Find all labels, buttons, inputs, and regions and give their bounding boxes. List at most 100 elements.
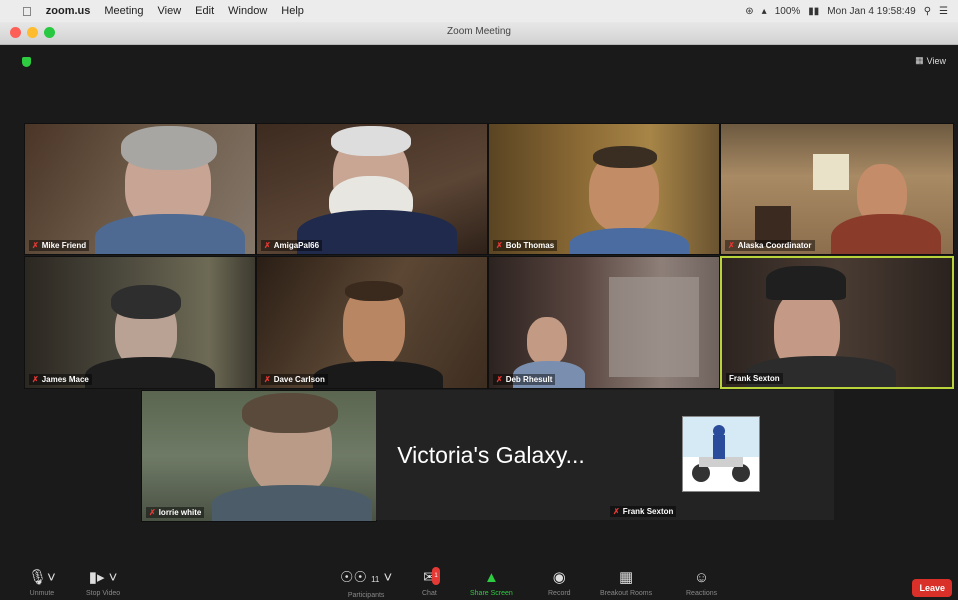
stop-video-label: Stop Video: [86, 590, 121, 597]
chat-icon: ✉ 1: [423, 567, 440, 586]
menu-list-icon[interactable]: ☰: [939, 6, 948, 17]
video-tile[interactable]: ✗ Alaska Coordinator: [720, 123, 954, 255]
chat-button[interactable]: ✉ 1 Chat: [422, 567, 440, 597]
status-area: ⊛ ▴ 100% ▮▮ Mon Jan 4 19:58:49 ⚲ ☰: [745, 0, 948, 22]
mic-muted-icon: ✗: [264, 375, 271, 384]
participant-name: Frank Sexton: [729, 374, 780, 383]
participant-hair: [121, 126, 217, 170]
mic-muted-icon: ✗: [149, 508, 156, 517]
video-tile[interactable]: ✗ James Mace: [24, 256, 256, 389]
menu-bar:  zoom.us Meeting View Edit Window Help …: [0, 0, 958, 22]
participant-body: [569, 228, 689, 254]
mic-muted-icon: ✗: [728, 241, 735, 250]
search-icon[interactable]: ⚲: [924, 6, 931, 17]
mic-muted-icon: ✗: [613, 507, 620, 516]
profile-picture: [682, 416, 760, 492]
record-button[interactable]: ◉ Record: [548, 569, 571, 597]
video-tile[interactable]: ✗ Deb Rhesult: [488, 256, 720, 389]
menu-help[interactable]: Help: [281, 5, 304, 17]
participant-name: Dave Carlson: [273, 375, 325, 384]
name-label: ✗ Mike Friend: [29, 240, 90, 251]
participant-count: 11: [371, 575, 380, 584]
name-label: ✗ Deb Rhesult: [493, 374, 556, 385]
meeting-area: ▦ View ✗ Mike Friend ✗ AmigaPal66 ✗ Bob Tho…: [0, 45, 958, 600]
view-button[interactable]: ▦ View: [915, 55, 946, 66]
participant-name: Bob Thomas: [505, 241, 555, 250]
participant-name: AmigaPal66: [273, 241, 320, 250]
avatar-tile[interactable]: ✗ Frank Sexton: [606, 390, 834, 520]
participant-body: [831, 214, 941, 254]
chat-badge: 1: [432, 567, 440, 585]
mic-muted-icon: ✗: [496, 375, 503, 384]
participant-hair: [242, 393, 338, 433]
unmute-label: Unmute: [29, 590, 55, 597]
participant-name: Deb Rhesult: [505, 375, 553, 384]
clock[interactable]: Mon Jan 4 19:58:49: [827, 6, 915, 17]
volume-icon[interactable]: ▴: [762, 6, 767, 17]
apple-icon[interactable]: : [22, 4, 32, 19]
curtain-background: [609, 277, 699, 377]
chat-label: Chat: [422, 590, 437, 597]
participant-body: [85, 357, 215, 388]
mic-muted-icon: ✗: [32, 375, 39, 384]
video-tile[interactable]: ✗ Mike Friend: [24, 123, 256, 255]
participant-name: lorrie white: [158, 508, 202, 517]
participants-button[interactable]: ☉☉ 11 ˅ Participants: [340, 569, 392, 599]
menu-meeting[interactable]: Meeting: [104, 5, 143, 17]
breakout-rooms-button[interactable]: ▦ Breakout Rooms: [600, 569, 652, 597]
video-camera-icon: ▮▸ ˅: [88, 569, 118, 586]
video-tile[interactable]: ✗ Dave Carlson: [256, 256, 488, 389]
breakout-rooms-icon: ▦: [618, 569, 634, 586]
name-label: ✗ AmigaPal66: [261, 240, 323, 251]
mic-muted-icon: ✗: [32, 241, 39, 250]
video-tile[interactable]: ✗ lorrie white: [141, 390, 377, 522]
share-screen-icon: ▲: [483, 569, 499, 586]
wifi-icon[interactable]: ⊛: [745, 6, 753, 17]
battery-label: 100%: [774, 5, 801, 17]
share-screen-button[interactable]: ▲ Share Screen: [470, 569, 513, 597]
name-label: ✗ Dave Carlson: [261, 374, 328, 385]
mic-muted-icon: ✗: [496, 241, 503, 250]
reactions-label: Reactions: [686, 590, 718, 597]
video-tile[interactable]: ✗ AmigaPal66: [256, 123, 488, 255]
battery-icon[interactable]: ▮▮: [808, 6, 819, 17]
participant-name: Frank Sexton: [622, 507, 674, 516]
name-label: Frank Sexton: [726, 373, 783, 384]
meeting-toolbar: 🎙˅ Unmute ▮▸ ˅ Stop Video ☉☉ 11 ˅ Partic…: [0, 565, 958, 600]
window-title: Zoom Meeting: [447, 26, 511, 37]
video-tile-active-speaker[interactable]: Frank Sexton: [720, 256, 954, 389]
name-label: ✗ James Mace: [29, 374, 92, 385]
video-tile[interactable]: ✗ Bob Thomas: [488, 123, 720, 255]
reactions-icon: ☺: [693, 569, 710, 586]
shield-icon[interactable]: [22, 57, 31, 67]
microphone-muted-icon: 🎙˅: [28, 569, 56, 586]
name-label: ✗ lorrie white: [146, 507, 205, 518]
name-label: ✗ Bob Thomas: [493, 240, 558, 251]
participant-name: Mike Friend: [41, 241, 87, 250]
name-label: ✗ Alaska Coordinator: [725, 240, 815, 251]
participant-hair: [593, 146, 657, 168]
leave-button[interactable]: Leave: [912, 579, 952, 597]
record-icon: ◉: [552, 569, 566, 586]
participant-hair: [331, 126, 411, 156]
participant-name: James Mace: [41, 375, 89, 384]
record-label: Record: [548, 590, 571, 597]
participant-hair: [345, 281, 403, 301]
unmute-button[interactable]: 🎙˅ Unmute: [28, 569, 56, 597]
participants-icon: ☉☉ 11 ˅: [340, 569, 393, 586]
breakout-rooms-label: Breakout Rooms: [600, 590, 653, 597]
motorcycle-icon: [683, 417, 759, 482]
name-label: ✗ Frank Sexton: [610, 506, 677, 517]
reactions-button[interactable]: ☺ Reactions: [686, 569, 717, 597]
participant-hat: [111, 285, 181, 319]
menu-view[interactable]: View: [158, 5, 182, 17]
menu-edit[interactable]: Edit: [195, 5, 214, 17]
view-label: View: [926, 55, 946, 66]
menu-window[interactable]: Window: [228, 5, 267, 17]
menu-app[interactable]: zoom.us: [46, 5, 91, 17]
video-off-tile[interactable]: Victoria's Galaxy...: [376, 390, 606, 520]
window-titlebar: Zoom Meeting: [0, 22, 958, 45]
participant-hat: [766, 266, 846, 300]
stop-video-button[interactable]: ▮▸ ˅ Stop Video: [86, 569, 120, 597]
share-screen-label: Share Screen: [470, 590, 513, 597]
